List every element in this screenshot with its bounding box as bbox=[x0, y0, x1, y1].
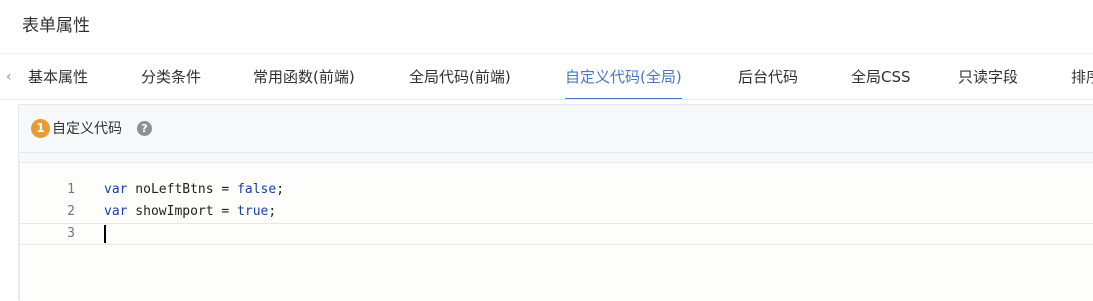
page-header: 表单属性 bbox=[0, 0, 1093, 54]
tab-readonly-fields[interactable]: 只读字段 bbox=[958, 54, 1018, 99]
chevron-left-icon[interactable]: ‹ bbox=[6, 67, 18, 87]
question-circle-icon[interactable]: ? bbox=[137, 121, 152, 136]
code-name: noLeftBtns = bbox=[127, 182, 238, 197]
tab-basic-properties[interactable]: 基本属性 bbox=[28, 54, 88, 99]
code-editor[interactable]: 1 var noLeftBtns = false; 2 var showImpo… bbox=[19, 162, 1093, 301]
code-value: true bbox=[237, 204, 269, 219]
code-end: ; bbox=[276, 182, 285, 197]
tab-category-conditions[interactable]: 分类条件 bbox=[141, 54, 201, 99]
code-name: showImport = bbox=[127, 204, 238, 219]
code-keyword: var bbox=[104, 182, 128, 197]
custom-code-panel: 1 自定义代码 ? 1 var noLeftBtns = false; 2 va… bbox=[18, 104, 1093, 301]
tab-global-code-frontend[interactable]: 全局代码(前端) bbox=[409, 54, 511, 99]
tab-bar: ‹ 基本属性 分类条件 常用函数(前端) 全局代码(前端) 自定义代码(全局) … bbox=[0, 54, 1093, 100]
code-end: ; bbox=[268, 204, 277, 219]
step-badge: 1 bbox=[31, 119, 50, 138]
tab-custom-code-global[interactable]: 自定义代码(全局) bbox=[565, 54, 682, 99]
code-text: var showImport = true; bbox=[104, 201, 276, 223]
tab-global-css[interactable]: 全局CSS bbox=[851, 54, 911, 99]
code-line-current: 3 bbox=[20, 223, 1093, 245]
code-text: var noLeftBtns = false; bbox=[104, 179, 284, 201]
section-title: 自定义代码 bbox=[52, 121, 122, 137]
tab-sort[interactable]: 排序 bbox=[1071, 54, 1093, 99]
line-number: 1 bbox=[67, 182, 75, 197]
line-number: 2 bbox=[67, 204, 75, 219]
code-line: 2 var showImport = true; bbox=[20, 201, 1093, 223]
tab-common-functions[interactable]: 常用函数(前端) bbox=[253, 54, 355, 99]
code-keyword: var bbox=[104, 204, 128, 219]
text-cursor bbox=[104, 225, 106, 243]
tab-backend-code[interactable]: 后台代码 bbox=[738, 54, 798, 99]
line-number: 3 bbox=[67, 226, 75, 241]
code-value: false bbox=[237, 182, 277, 197]
page-title: 表单属性 bbox=[22, 16, 90, 36]
panel-header: 1 自定义代码 ? bbox=[19, 105, 1093, 153]
code-line: 1 var noLeftBtns = false; bbox=[20, 179, 1093, 201]
